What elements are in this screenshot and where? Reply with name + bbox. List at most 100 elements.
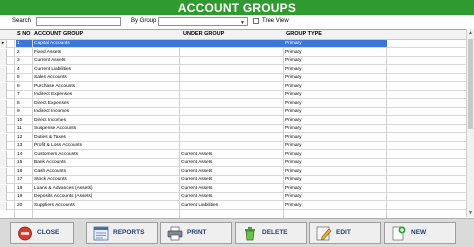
cell-under-group <box>180 49 284 56</box>
tree-view-checkbox[interactable] <box>253 18 259 24</box>
cell-sno: 7 <box>17 92 20 97</box>
cell-group-type: Primary <box>285 75 302 80</box>
cell-account-group: Cash Accounts <box>34 168 66 174</box>
table-row[interactable]: 6 Purchase Accounts Primary <box>0 82 474 91</box>
row-header[interactable] <box>0 184 7 193</box>
cell-under-group <box>180 117 284 124</box>
print-icon <box>167 226 183 241</box>
reports-button[interactable]: REPORTS <box>86 222 158 244</box>
column-header-group-type[interactable]: GROUP TYPE <box>286 31 322 37</box>
cell-sno: 5 <box>17 75 20 80</box>
table-row[interactable]: 7 Indirect Expenses Primary <box>0 91 474 99</box>
cell-group-type: Primary <box>285 100 302 106</box>
table-row[interactable]: 12 Duties & Taxes Primary <box>0 133 474 142</box>
delete-icon <box>245 227 255 241</box>
cell-group-type: Primary <box>285 109 302 114</box>
row-header[interactable] <box>0 193 7 201</box>
close-button[interactable]: CLOSE <box>10 222 74 244</box>
table-row[interactable]: 16 Cash Accounts Current Assets Primary <box>0 167 474 176</box>
scroll-up-icon[interactable]: ▲ <box>467 29 474 37</box>
new-button[interactable]: NEW <box>384 222 456 244</box>
row-header[interactable] <box>0 65 7 74</box>
cell-account-group: Indirect Incomes <box>34 109 70 114</box>
table-header: S NO ACCOUNT GROUP UNDER GROUP GROUP TYP… <box>0 30 474 40</box>
reports-icon <box>93 226 109 241</box>
table-row[interactable]: 5 Sales Accounts Primary <box>0 74 474 82</box>
scroll-thumb[interactable] <box>468 39 473 129</box>
group-select[interactable]: ▼ <box>158 17 248 26</box>
row-header[interactable] <box>0 57 7 65</box>
row-header[interactable] <box>0 133 7 142</box>
column-header-under-group[interactable]: UNDER GROUP <box>183 31 224 37</box>
cell-sno: 13 <box>17 143 23 148</box>
row-header[interactable] <box>0 142 7 150</box>
cell-sno: 8 <box>17 100 20 106</box>
table-row[interactable]: 3 Current Assets Primary <box>0 57 474 65</box>
row-header[interactable] <box>0 82 7 91</box>
account-groups-table[interactable]: S NO ACCOUNT GROUP UNDER GROUP GROUP TYP… <box>0 29 474 218</box>
row-header[interactable] <box>0 74 7 82</box>
cell-account-group: Fixed Assets <box>34 49 62 55</box>
search-label: Search <box>12 18 32 24</box>
cell-group-type: Primary <box>285 202 302 208</box>
edit-button[interactable]: EDIT <box>309 222 381 244</box>
cell-group-type: Primary <box>285 160 302 165</box>
row-header[interactable] <box>0 108 7 116</box>
cell-account-group: Duties & Taxes <box>34 134 66 140</box>
cell-account-group: Deposits Accounts (Assets) <box>34 194 93 199</box>
column-header-account-group[interactable]: ACCOUNT GROUP <box>34 31 83 37</box>
table-row[interactable]: 9 Indirect Incomes Primary <box>0 108 474 116</box>
cell-sno: 17 <box>17 177 23 182</box>
cell-account-group: Profit & Loss Accounts <box>34 143 82 148</box>
by-group-label: By Group <box>131 18 157 24</box>
cell-sno: 11 <box>17 126 22 131</box>
cell-sno: 18 <box>17 185 23 191</box>
row-header[interactable] <box>0 167 7 176</box>
row-header[interactable] <box>0 159 7 167</box>
cell-under-group: Current Assets <box>181 151 213 157</box>
cell-account-group: Direct Incomes <box>34 117 66 123</box>
row-header[interactable] <box>0 125 7 133</box>
cell-account-group: Capital Accounts <box>33 40 180 47</box>
vertical-scrollbar[interactable]: ▲ ▼ <box>466 29 474 217</box>
table-row[interactable]: 17 Stock Accounts Current Assets Primary <box>0 176 474 184</box>
row-header[interactable]: ▸ <box>0 40 7 48</box>
table-row[interactable]: 18 Loans & Advances (Assets) Current Asset… <box>0 184 474 193</box>
table-row[interactable]: 8 Direct Expenses Primary <box>0 99 474 108</box>
print-button[interactable]: PRINT <box>160 222 232 244</box>
chevron-down-icon[interactable]: ▼ <box>240 20 245 26</box>
cell-account-group: Customers Accounts <box>34 151 78 157</box>
table-row[interactable]: 2 Fixed Assets Primary <box>0 48 474 57</box>
cell-under-group <box>180 100 284 107</box>
delete-button-label: DELETE <box>262 229 288 236</box>
row-header[interactable] <box>0 116 7 125</box>
row-header[interactable] <box>0 176 7 184</box>
table-row[interactable]: ▸ 1 Capital Accounts Primary <box>0 40 474 48</box>
row-header[interactable] <box>0 91 7 99</box>
table-row[interactable]: 14 Customers Accounts Current Assets Primar… <box>0 150 474 159</box>
table-row[interactable]: 4 Current Liabilities Primary <box>0 65 474 74</box>
action-bar: CLOSE REPORTS PRINT DELETE EDIT NEW <box>0 218 474 247</box>
row-header[interactable] <box>0 99 7 108</box>
cell-account-group: Direct Expenses <box>34 100 69 106</box>
delete-button[interactable]: DELETE <box>235 222 307 244</box>
table-row[interactable]: 15 Bank Accounts Current Assets Primary <box>0 159 474 167</box>
cell-group-type: Primary <box>285 117 302 123</box>
row-header[interactable] <box>0 201 7 210</box>
cell-under-group <box>180 57 284 64</box>
row-header[interactable] <box>0 150 7 159</box>
column-header-sno[interactable]: S NO <box>17 31 30 37</box>
scroll-down-icon[interactable]: ▼ <box>467 209 474 217</box>
table-row[interactable]: 11 Suspense Accounts Primary <box>0 125 474 133</box>
table-row[interactable]: 10 Direct Incomes Primary <box>0 116 474 125</box>
table-row[interactable]: 13 Profit & Loss Accounts Primary <box>0 142 474 150</box>
cell-under-group <box>180 142 284 149</box>
cell-account-group: Suppliers Accounts <box>34 202 75 208</box>
row-header[interactable] <box>0 48 7 57</box>
new-button-label: NEW <box>411 229 427 236</box>
edit-icon <box>316 226 332 241</box>
cell-account-group: Suspense Accounts <box>34 126 77 131</box>
search-input[interactable] <box>36 17 121 26</box>
table-row[interactable]: 19 Deposits Accounts (Assets) Current Asse… <box>0 193 474 201</box>
table-row[interactable]: 20 Suppliers Accounts Current Liabilities P… <box>0 201 474 210</box>
